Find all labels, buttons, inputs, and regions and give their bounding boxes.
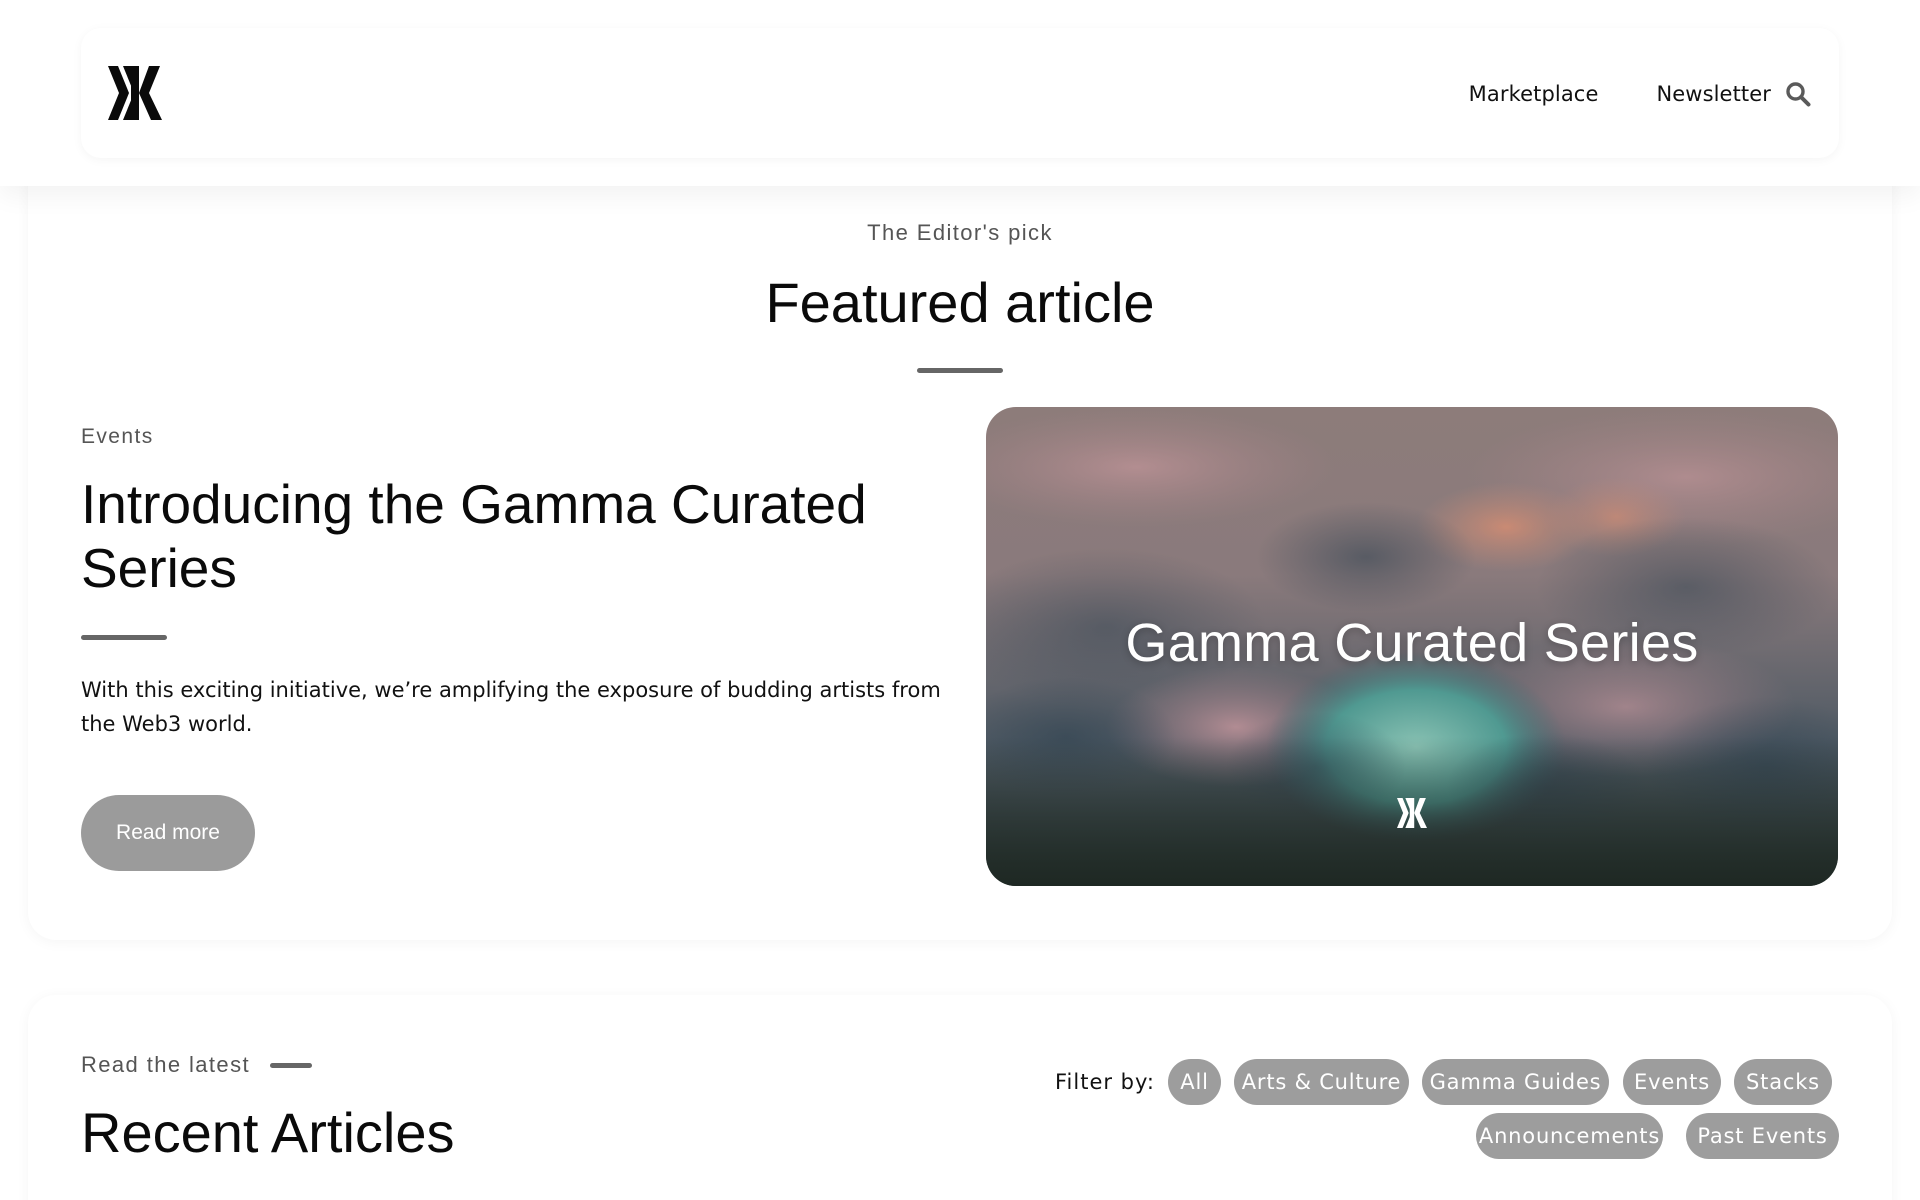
nav-marketplace-link[interactable]: Marketplace (1469, 82, 1599, 106)
read-more-button[interactable]: Read more (81, 795, 255, 871)
gamma-logo[interactable] (108, 66, 162, 120)
article-divider (81, 635, 167, 640)
search-button[interactable] (1783, 79, 1813, 109)
filter-chip-announcements[interactable]: Announcements (1476, 1113, 1663, 1159)
filter-chip-gamma-guides[interactable]: Gamma Guides (1422, 1059, 1609, 1105)
main-nav: Marketplace Newsletter (1469, 78, 1813, 110)
search-icon (1786, 82, 1811, 107)
image-caption: Gamma Curated Series (1125, 613, 1699, 673)
filter-chip-past-events[interactable]: Past Events (1686, 1113, 1839, 1159)
recent-heading: Recent Articles (81, 1101, 455, 1164)
featured-heading: Featured article (765, 271, 1155, 334)
filter-chip-events[interactable]: Events (1623, 1059, 1721, 1105)
heading-divider (917, 368, 1003, 373)
filter-chip-stacks[interactable]: Stacks (1734, 1059, 1832, 1105)
filter-chip-arts-culture[interactable]: Arts & Culture (1234, 1059, 1409, 1105)
recent-articles-section (28, 995, 1892, 1200)
featured-article-image[interactable]: Gamma Curated Series (986, 407, 1838, 886)
article-title[interactable]: Introducing the Gamma Curated Series (81, 472, 921, 600)
filter-label: Filter by: (1055, 1070, 1155, 1094)
gamma-logo-icon (1397, 798, 1427, 828)
filter-chip-all[interactable]: All (1168, 1059, 1221, 1105)
article-category: Events (81, 425, 154, 448)
article-excerpt: With this exciting initiative, we’re amp… (81, 678, 941, 736)
nav-newsletter-link[interactable]: Newsletter (1656, 82, 1771, 106)
recent-eyebrow: Read the latest (81, 1052, 312, 1078)
eyebrow-dash (269, 1062, 312, 1068)
site-header: Marketplace Newsletter (0, 0, 1920, 186)
recent-eyebrow-text: Read the latest (81, 1052, 250, 1077)
featured-eyebrow: The Editor's pick (867, 220, 1053, 245)
